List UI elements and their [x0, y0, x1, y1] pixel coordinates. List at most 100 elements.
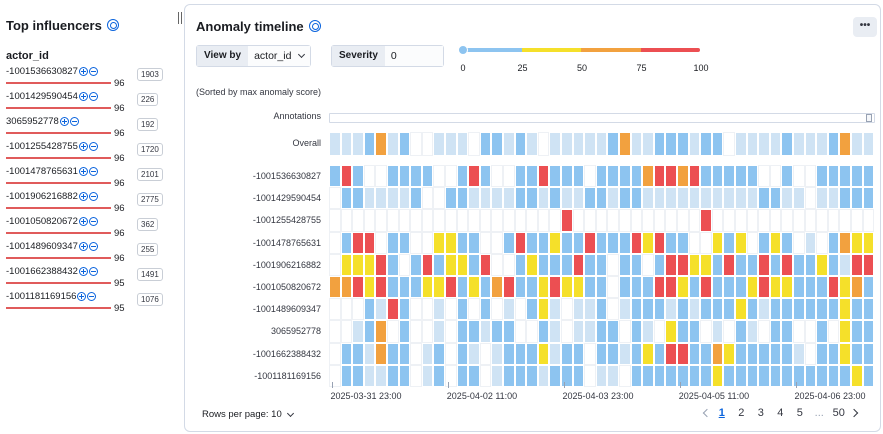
swimlane-cell[interactable]: [804, 231, 817, 254]
swimlane-cell[interactable]: [491, 165, 503, 188]
swimlane-cell[interactable]: [746, 253, 759, 276]
swimlane-cell[interactable]: [653, 320, 666, 343]
swimlane-cell[interactable]: [665, 209, 677, 232]
swimlane-cell[interactable]: [572, 231, 585, 254]
swimlane-cell[interactable]: [619, 253, 631, 276]
swimlane-cell[interactable]: [491, 231, 503, 254]
swimlane-label[interactable]: -1001181169156: [189, 371, 321, 381]
swimlane-cell[interactable]: [479, 209, 492, 232]
swimlane-cell[interactable]: [804, 253, 817, 276]
swimlane-cell[interactable]: [340, 187, 353, 210]
swimlane-cell[interactable]: [595, 231, 608, 254]
swimlane-cell[interactable]: [665, 276, 677, 299]
swimlane-cell[interactable]: [421, 187, 434, 210]
swimlane-cell[interactable]: [688, 187, 701, 210]
swimlane-cell[interactable]: [584, 276, 596, 299]
swimlane-cell[interactable]: [387, 298, 399, 321]
swimlane-cell[interactable]: [607, 276, 619, 299]
swimlane-cell[interactable]: [421, 364, 434, 387]
swimlane-cell[interactable]: [723, 209, 735, 232]
swimlane-cell[interactable]: [735, 165, 747, 188]
swimlane-cell[interactable]: [398, 187, 411, 210]
swimlane-cell[interactable]: [769, 298, 782, 321]
swimlane-cell[interactable]: [688, 253, 701, 276]
swimlane-cell[interactable]: [758, 298, 770, 321]
swimlane-cell[interactable]: [363, 342, 376, 365]
swimlane-cell[interactable]: [433, 165, 445, 188]
swimlane-cell[interactable]: [630, 342, 643, 365]
swimlane-cell[interactable]: [479, 320, 492, 343]
swimlane-cell[interactable]: [827, 364, 840, 387]
swimlane-cell[interactable]: [352, 209, 364, 232]
swimlane-cell[interactable]: [688, 165, 701, 188]
swimlane-cell[interactable]: [653, 342, 666, 365]
swimlane-cell[interactable]: [653, 187, 666, 210]
swimlane-cell[interactable]: [607, 165, 619, 188]
swimlane-cell[interactable]: [607, 320, 619, 343]
swimlane-cell[interactable]: [653, 165, 666, 188]
swimlane-cell[interactable]: [398, 320, 411, 343]
swimlane-cell[interactable]: [456, 231, 469, 254]
swimlane-cell[interactable]: [653, 298, 666, 321]
swimlane-cell[interactable]: [398, 364, 411, 387]
swimlane-cell[interactable]: [793, 342, 805, 365]
swimlane-cell[interactable]: [711, 165, 724, 188]
swimlane-cell[interactable]: [375, 320, 387, 343]
swimlane-cell[interactable]: [537, 231, 550, 254]
swimlane-cell[interactable]: [827, 231, 840, 254]
swimlane-cell[interactable]: [711, 342, 724, 365]
swimlane-cell[interactable]: [642, 298, 654, 321]
swimlane-cell[interactable]: [851, 364, 863, 387]
swimlane-cell[interactable]: [793, 298, 805, 321]
swimlane-cell[interactable]: [410, 342, 422, 365]
swimlane-cell[interactable]: [851, 320, 863, 343]
swimlane-cell[interactable]: [572, 298, 585, 321]
swimlane-cell[interactable]: [700, 165, 712, 188]
overall-cell[interactable]: [329, 132, 341, 156]
swimlane-cell[interactable]: [572, 342, 585, 365]
swimlane-cell[interactable]: [456, 342, 469, 365]
swimlane-cell[interactable]: [456, 253, 469, 276]
previous-page-icon[interactable]: [700, 407, 712, 419]
swimlane-cell[interactable]: [642, 364, 654, 387]
page-link[interactable]: 50: [829, 407, 849, 419]
swimlane-cell[interactable]: [630, 231, 643, 254]
swimlane-cell[interactable]: [468, 298, 480, 321]
swimlane-cell[interactable]: [363, 209, 376, 232]
swimlane-cell[interactable]: [688, 364, 701, 387]
swimlane-cell[interactable]: [526, 320, 538, 343]
swimlane-cell[interactable]: [468, 320, 480, 343]
swimlane-cell[interactable]: [421, 298, 434, 321]
swimlane-cell[interactable]: [491, 187, 503, 210]
filter-in-icon[interactable]: [78, 267, 88, 276]
swimlane-cell[interactable]: [793, 231, 805, 254]
swimlane-cell[interactable]: [561, 364, 573, 387]
swimlane-cell[interactable]: [607, 187, 619, 210]
swimlane-cell[interactable]: [375, 209, 387, 232]
swimlane-cell[interactable]: [735, 187, 747, 210]
swimlane-cell[interactable]: [561, 253, 573, 276]
swimlane-cell[interactable]: [735, 231, 747, 254]
swimlane-cell[interactable]: [549, 342, 561, 365]
swimlane-cell[interactable]: [491, 209, 503, 232]
next-page-icon[interactable]: [849, 407, 861, 419]
swimlane-cell[interactable]: [735, 364, 747, 387]
swimlane-cell[interactable]: [410, 298, 422, 321]
swimlane-cell[interactable]: [549, 298, 561, 321]
swimlane-cell[interactable]: [445, 342, 457, 365]
swimlane-cell[interactable]: [329, 276, 341, 299]
swimlane-cell[interactable]: [549, 165, 561, 188]
swimlane-cell[interactable]: [677, 342, 689, 365]
swimlane-cell[interactable]: [595, 342, 608, 365]
swimlane-cell[interactable]: [862, 209, 875, 232]
swimlane-cell[interactable]: [769, 342, 782, 365]
swimlane-cell[interactable]: [503, 276, 515, 299]
swimlane-cell[interactable]: [514, 209, 527, 232]
swimlane-cell[interactable]: [816, 298, 828, 321]
swimlane-cell[interactable]: [352, 253, 364, 276]
swimlane-cell[interactable]: [537, 165, 550, 188]
swimlane-cell[interactable]: [572, 209, 585, 232]
swimlane-cell[interactable]: [526, 253, 538, 276]
swimlane-cell[interactable]: [340, 364, 353, 387]
swimlane-label[interactable]: -1001429590454: [189, 193, 321, 203]
